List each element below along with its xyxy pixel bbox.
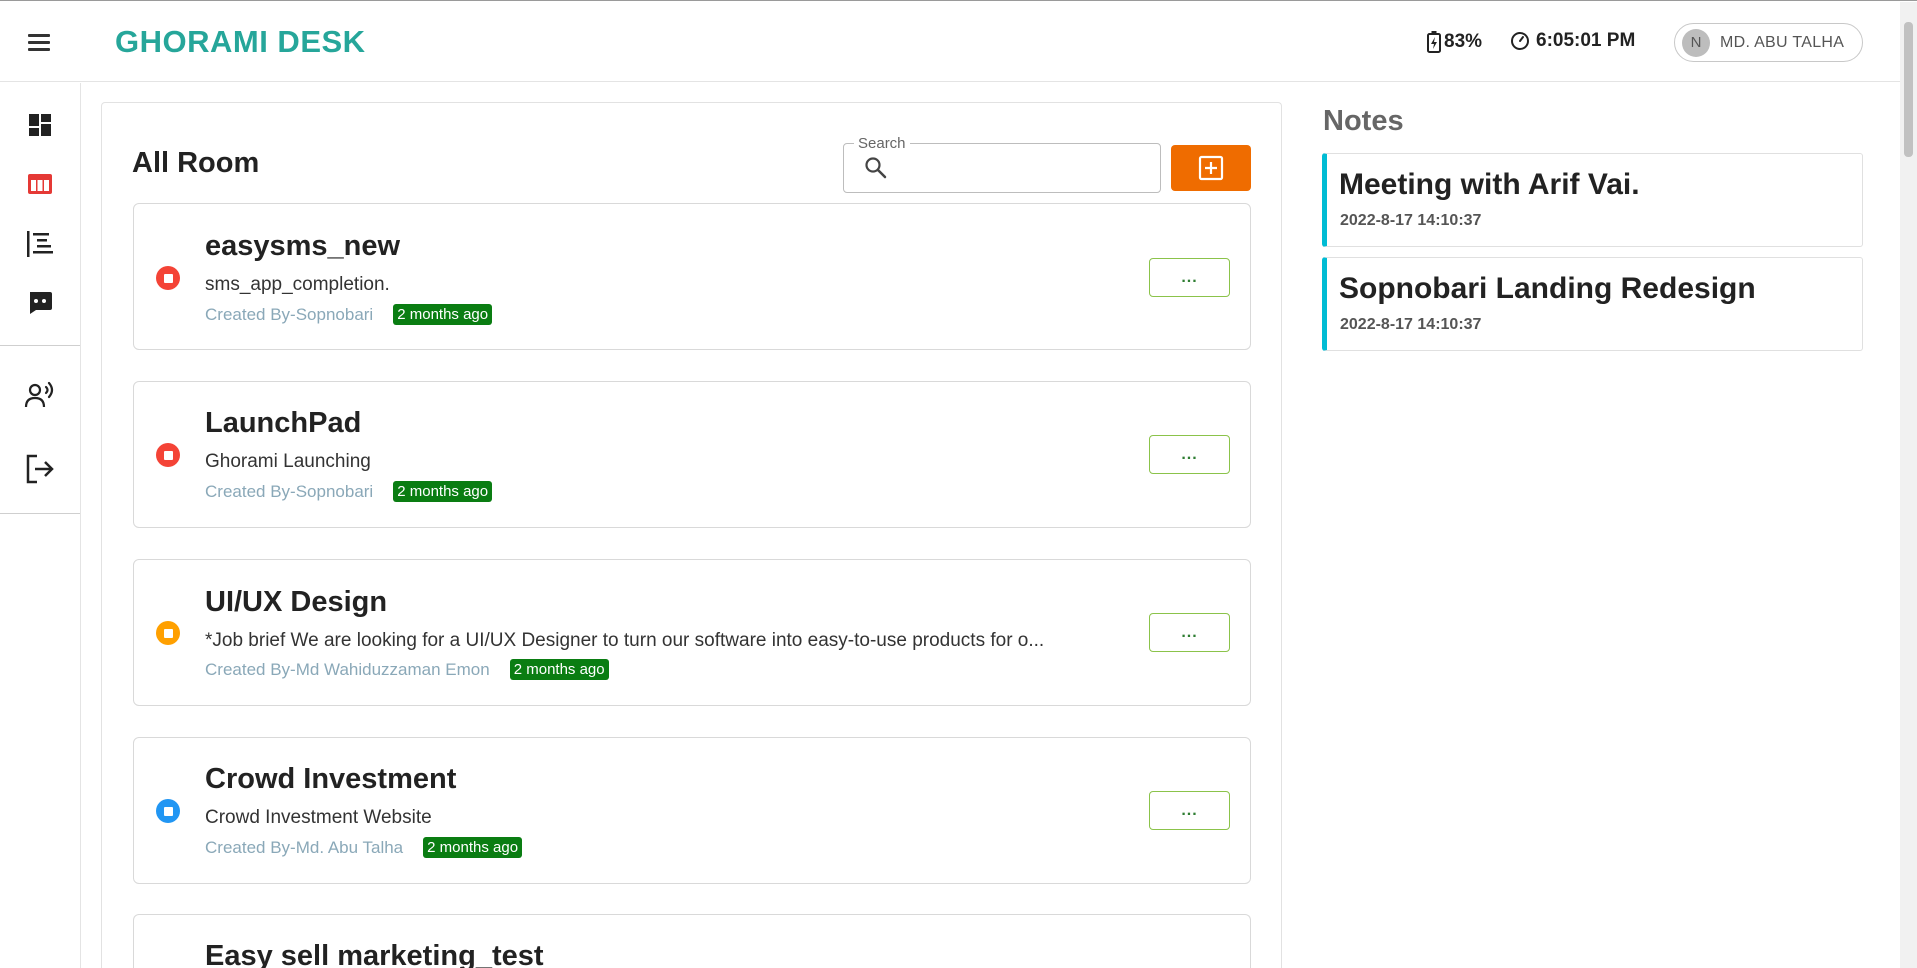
room-creator: Created By-Md. Abu Talha (205, 837, 404, 857)
user-menu-button[interactable]: N MD. ABU TALHA (1674, 23, 1863, 62)
more-options-button[interactable]: ... (1149, 258, 1230, 297)
search-field[interactable]: Search (843, 135, 1161, 193)
more-options-button[interactable]: ... (1149, 435, 1230, 474)
room-name: UI/UX Design (205, 586, 388, 618)
status-stop-icon (156, 621, 180, 645)
sidebar-item-rooms[interactable] (24, 168, 56, 200)
battery-percent: 83% (1444, 31, 1483, 52)
note-title: Meeting with Arif Vai. (1339, 168, 1640, 201)
page-title: All Room (132, 147, 260, 179)
status-stop-icon (156, 443, 180, 467)
room-creator: Created By-Sopnobari (205, 304, 374, 324)
room-name: LaunchPad (205, 407, 362, 439)
page-scrollbar[interactable] (1900, 2, 1917, 968)
record-voice-icon (24, 381, 54, 408)
time-badge: 2 months ago (423, 837, 523, 858)
notes-title: Notes (1323, 105, 1404, 137)
room-name: Crowd Investment (205, 763, 457, 795)
more-options-button[interactable]: ... (1149, 791, 1230, 830)
room-meta: Created By-Sopnobari 2 months ago (205, 304, 493, 325)
room-name: easysms_new (205, 230, 401, 262)
table-columns-icon (28, 174, 52, 194)
search-icon (865, 157, 887, 179)
room-description: Ghorami Launching (205, 451, 371, 472)
sidebar-item-dashboard[interactable] (24, 109, 56, 141)
sidebar-item-meeting[interactable] (24, 379, 56, 411)
sidebar-item-logout[interactable] (24, 453, 56, 485)
time-badge: 2 months ago (393, 481, 493, 502)
note-card[interactable]: Meeting with Arif Vai. 2022-8-17 14:10:3… (1322, 153, 1863, 247)
scrollbar-thumb[interactable] (1904, 22, 1913, 157)
note-date: 2022-8-17 14:10:37 (1340, 212, 1482, 229)
time-badge: 2 months ago (509, 659, 609, 680)
room-meta: Created By-Md Wahiduzzaman Emon 2 months… (205, 659, 609, 680)
add-room-button[interactable] (1171, 145, 1251, 191)
sidebar-divider (0, 513, 80, 514)
room-description: *Job brief We are looking for a UI/UX De… (205, 630, 1045, 651)
brand-title: GHORAMI DESK (115, 24, 366, 59)
room-creator: Created By-Sopnobari (205, 481, 374, 501)
user-name: MD. ABU TALHA (1720, 33, 1845, 51)
room-card[interactable]: LaunchPad Ghorami Launching Created By-S… (133, 381, 1251, 528)
status-stop-icon (156, 266, 180, 290)
avatar: N (1682, 28, 1710, 57)
room-meta: Created By-Md. Abu Talha 2 months ago (205, 837, 523, 858)
note-date: 2022-8-17 14:10:37 (1340, 316, 1482, 333)
sidebar-divider (0, 345, 80, 346)
battery-charging-icon (1427, 31, 1441, 53)
room-creator: Created By-Md Wahiduzzaman Emon (205, 659, 490, 679)
room-description: sms_app_completion. (205, 274, 390, 295)
tree-list-icon (27, 231, 53, 257)
chat-bubble-icon (30, 292, 52, 314)
room-card[interactable]: Easy sell marketing_test (133, 914, 1251, 968)
room-name: Easy sell marketing_test (205, 940, 544, 968)
search-input[interactable] (896, 154, 1146, 182)
battery-status: 83% (1426, 30, 1482, 54)
clock-time: 6:05:01 PM (1536, 30, 1636, 51)
dashboard-icon (29, 114, 51, 136)
room-description: Crowd Investment Website (205, 807, 432, 828)
app-root: GHORAMI DESK 83% 6:05:01 PM N MD. ABU TA… (0, 0, 1917, 968)
room-card[interactable]: easysms_new sms_app_completion. Created … (133, 203, 1251, 350)
top-bar: GHORAMI DESK 83% 6:05:01 PM N MD. ABU TA… (0, 2, 1900, 82)
room-meta: Created By-Sopnobari 2 months ago (205, 481, 493, 502)
note-title: Sopnobari Landing Redesign (1339, 272, 1756, 305)
more-options-button[interactable]: ... (1149, 613, 1230, 652)
clock: 6:05:01 PM (1510, 30, 1635, 52)
search-label: Search (854, 135, 910, 152)
room-card[interactable]: Crowd Investment Crowd Investment Websit… (133, 737, 1251, 884)
sidebar (0, 83, 81, 968)
clock-icon (1511, 32, 1529, 50)
sidebar-item-tasks[interactable] (24, 228, 56, 260)
note-card[interactable]: Sopnobari Landing Redesign 2022-8-17 14:… (1322, 257, 1863, 351)
menu-icon[interactable] (26, 30, 54, 54)
sidebar-item-chat[interactable] (24, 286, 56, 318)
logout-icon (26, 454, 54, 484)
add-box-icon (1198, 155, 1224, 181)
status-stop-icon (156, 799, 180, 823)
room-card[interactable]: UI/UX Design *Job brief We are looking f… (133, 559, 1251, 706)
time-badge: 2 months ago (393, 304, 493, 325)
